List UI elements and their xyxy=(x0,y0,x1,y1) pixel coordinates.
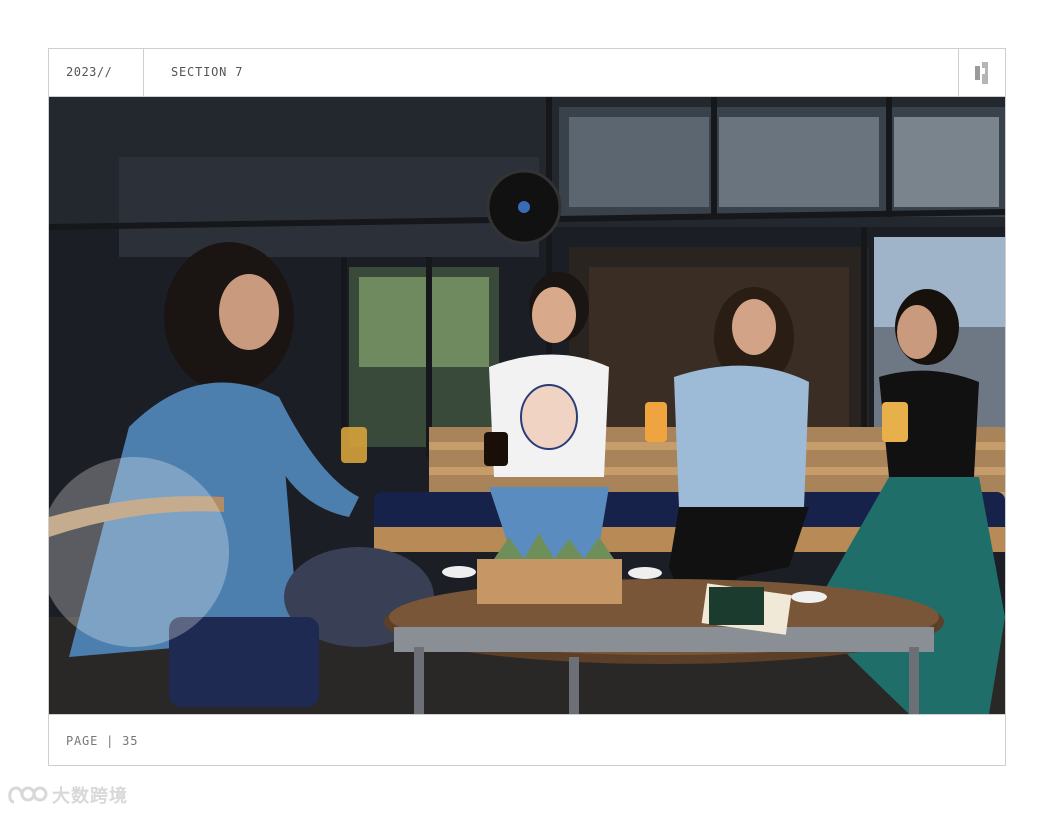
page-number-label: PAGE | 35 xyxy=(66,734,139,748)
cafe-scene-illustration xyxy=(49,97,1005,714)
year-label: 2023// xyxy=(49,49,144,96)
hero-photo xyxy=(49,97,1005,714)
page-header: 2023// SECTION 7 xyxy=(49,49,1005,97)
page-frame: 2023// SECTION 7 PAGE | 35 xyxy=(48,48,1006,766)
page-footer: PAGE | 35 xyxy=(49,714,1005,765)
brand-logo xyxy=(958,49,1005,96)
watermark-text: 大数跨境 xyxy=(52,786,128,807)
section-label: SECTION 7 xyxy=(171,65,244,79)
brand-logo-icon xyxy=(975,62,988,84)
watermark-logo-icon xyxy=(8,786,48,804)
watermark: 大数跨境 xyxy=(8,780,128,810)
